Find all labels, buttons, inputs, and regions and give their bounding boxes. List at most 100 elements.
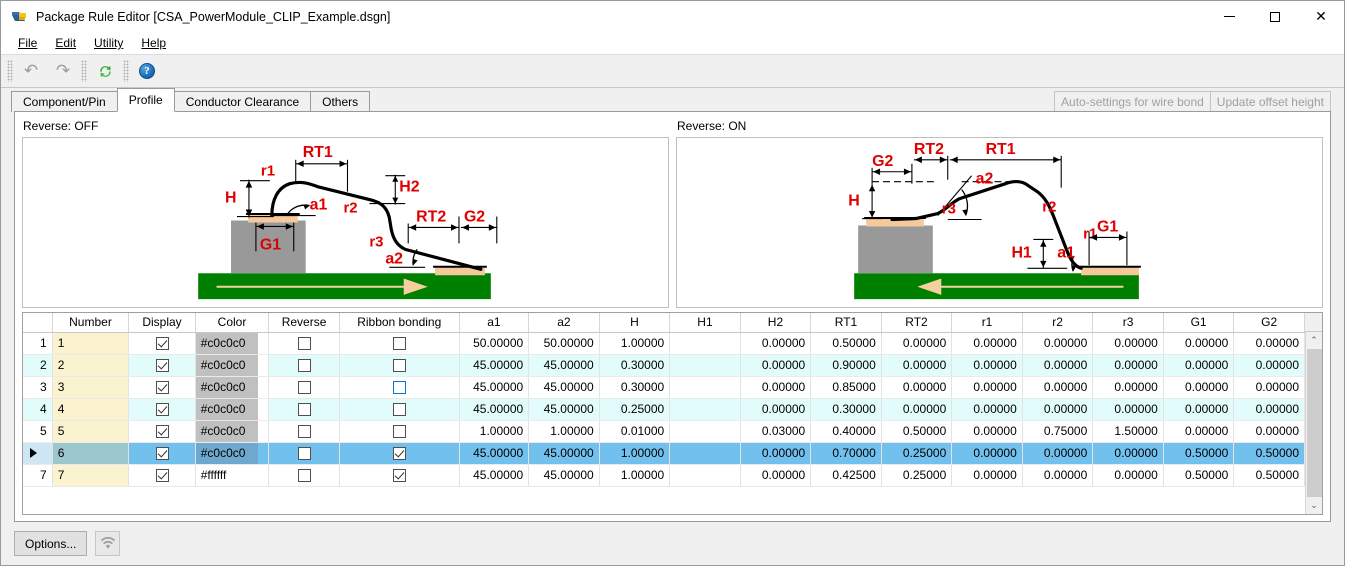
cell-a2[interactable]: 50.00000 bbox=[529, 332, 600, 354]
cell-G1[interactable]: 0.00000 bbox=[1163, 354, 1234, 376]
cell-color[interactable]: #c0c0c0 bbox=[195, 354, 269, 376]
cell-r3[interactable]: 0.00000 bbox=[1093, 398, 1164, 420]
cell-display[interactable] bbox=[129, 354, 195, 376]
tab-profile[interactable]: Profile bbox=[117, 88, 175, 112]
row-handle[interactable]: 2 bbox=[23, 354, 52, 376]
ribbon-bonding-checkbox[interactable] bbox=[393, 447, 406, 460]
cell-ribbon-bonding[interactable] bbox=[339, 398, 459, 420]
table-row[interactable]: 55#c0c0c01.000001.000000.010000.030000.4… bbox=[23, 420, 1305, 442]
reverse-checkbox[interactable] bbox=[298, 469, 311, 482]
cell-H1[interactable] bbox=[670, 420, 741, 442]
col-header-H1[interactable]: H1 bbox=[670, 313, 741, 332]
cell-ribbon-bonding[interactable] bbox=[339, 442, 459, 464]
cell-a2[interactable]: 1.00000 bbox=[529, 420, 600, 442]
cell-r3[interactable]: 0.00000 bbox=[1093, 442, 1164, 464]
cell-ribbon-bonding[interactable] bbox=[339, 464, 459, 486]
color-swatch[interactable]: #c0c0c0 bbox=[196, 443, 259, 464]
cell-RT1[interactable]: 0.30000 bbox=[811, 398, 882, 420]
cell-a1[interactable]: 45.00000 bbox=[459, 464, 529, 486]
cell-a1[interactable]: 45.00000 bbox=[459, 442, 529, 464]
auto-settings-for-wire-bond-button[interactable]: Auto-settings for wire bond bbox=[1054, 91, 1211, 112]
cell-RT1[interactable]: 0.40000 bbox=[811, 420, 882, 442]
cell-reverse[interactable] bbox=[269, 442, 340, 464]
cell-H[interactable]: 0.01000 bbox=[599, 420, 670, 442]
display-checkbox[interactable] bbox=[156, 381, 169, 394]
cell-display[interactable] bbox=[129, 464, 195, 486]
cell-color[interactable]: #c0c0c0 bbox=[195, 398, 269, 420]
display-checkbox[interactable] bbox=[156, 403, 169, 416]
profile-diagram-reverse-on[interactable]: H G2 RT2 bbox=[676, 137, 1323, 308]
scroll-up-button[interactable]: ⌃ bbox=[1306, 332, 1323, 349]
profile-diagram-reverse-off[interactable]: H G1 r1 bbox=[22, 137, 669, 308]
profile-rules-grid[interactable]: Number Display Color Reverse Ribbon bond… bbox=[22, 312, 1323, 515]
color-swatch[interactable]: #c0c0c0 bbox=[196, 399, 259, 420]
cell-number[interactable]: 1 bbox=[52, 332, 129, 354]
table-row[interactable]: 33#c0c0c045.0000045.000000.300000.000000… bbox=[23, 376, 1305, 398]
tab-component-pin[interactable]: Component/Pin bbox=[11, 91, 118, 112]
cell-a2[interactable]: 45.00000 bbox=[529, 398, 600, 420]
ribbon-bonding-checkbox[interactable] bbox=[393, 469, 406, 482]
cell-RT1[interactable]: 0.85000 bbox=[811, 376, 882, 398]
cell-G2[interactable]: 0.00000 bbox=[1234, 332, 1305, 354]
col-header-H2[interactable]: H2 bbox=[740, 313, 811, 332]
scroll-track[interactable] bbox=[1306, 349, 1323, 497]
cell-display[interactable] bbox=[129, 332, 195, 354]
menu-edit[interactable]: Edit bbox=[46, 34, 85, 52]
cell-display[interactable] bbox=[129, 376, 195, 398]
cell-reverse[interactable] bbox=[269, 398, 340, 420]
reverse-checkbox[interactable] bbox=[298, 337, 311, 350]
cell-reverse[interactable] bbox=[269, 420, 340, 442]
cell-H1[interactable] bbox=[670, 332, 741, 354]
col-header-r2[interactable]: r2 bbox=[1022, 313, 1093, 332]
cell-RT1[interactable]: 0.70000 bbox=[811, 442, 882, 464]
cell-r2[interactable]: 0.00000 bbox=[1022, 464, 1093, 486]
col-header-RT1[interactable]: RT1 bbox=[811, 313, 882, 332]
cell-a1[interactable]: 45.00000 bbox=[459, 376, 529, 398]
cell-H[interactable]: 1.00000 bbox=[599, 464, 670, 486]
row-handle[interactable] bbox=[23, 442, 52, 464]
tab-conductor-clearance[interactable]: Conductor Clearance bbox=[174, 91, 311, 112]
help-button[interactable]: ? bbox=[132, 58, 162, 84]
cell-r2[interactable]: 0.75000 bbox=[1022, 420, 1093, 442]
cell-number[interactable]: 6 bbox=[52, 442, 129, 464]
color-swatch[interactable]: #c0c0c0 bbox=[196, 421, 259, 442]
cell-r3[interactable]: 1.50000 bbox=[1093, 420, 1164, 442]
table-row[interactable]: 44#c0c0c045.0000045.000000.250000.000000… bbox=[23, 398, 1305, 420]
cell-H2[interactable]: 0.00000 bbox=[740, 332, 811, 354]
scroll-down-button[interactable]: ⌄ bbox=[1306, 497, 1323, 514]
refresh-button[interactable] bbox=[90, 58, 120, 84]
cell-a2[interactable]: 45.00000 bbox=[529, 376, 600, 398]
cell-H[interactable]: 1.00000 bbox=[599, 332, 670, 354]
cell-RT2[interactable]: 0.25000 bbox=[881, 464, 952, 486]
cell-ribbon-bonding[interactable] bbox=[339, 376, 459, 398]
row-handle[interactable]: 4 bbox=[23, 398, 52, 420]
cell-color[interactable]: #c0c0c0 bbox=[195, 442, 269, 464]
col-header-number[interactable]: Number bbox=[52, 313, 129, 332]
ribbon-bonding-checkbox[interactable] bbox=[393, 337, 406, 350]
cell-ribbon-bonding[interactable] bbox=[339, 332, 459, 354]
col-header-G1[interactable]: G1 bbox=[1163, 313, 1234, 332]
tab-others[interactable]: Others bbox=[310, 91, 370, 112]
cell-H1[interactable] bbox=[670, 354, 741, 376]
display-checkbox[interactable] bbox=[156, 425, 169, 438]
col-header-ribbon-bonding[interactable]: Ribbon bonding bbox=[339, 313, 459, 332]
reverse-checkbox[interactable] bbox=[298, 359, 311, 372]
cell-number[interactable]: 2 bbox=[52, 354, 129, 376]
toolbar-grip-3[interactable] bbox=[123, 60, 129, 82]
options-button[interactable]: Options... bbox=[14, 531, 87, 556]
display-checkbox[interactable] bbox=[156, 447, 169, 460]
cell-H[interactable]: 0.30000 bbox=[599, 376, 670, 398]
cell-H1[interactable] bbox=[670, 376, 741, 398]
cell-reverse[interactable] bbox=[269, 332, 340, 354]
cell-a2[interactable]: 45.00000 bbox=[529, 354, 600, 376]
reverse-checkbox[interactable] bbox=[298, 425, 311, 438]
update-offset-height-button[interactable]: Update offset height bbox=[1210, 91, 1331, 112]
cell-RT2[interactable]: 0.00000 bbox=[881, 398, 952, 420]
signal-settings-button[interactable] bbox=[95, 531, 120, 556]
cell-RT2[interactable]: 0.50000 bbox=[881, 420, 952, 442]
ribbon-bonding-checkbox[interactable] bbox=[393, 403, 406, 416]
cell-G1[interactable]: 0.00000 bbox=[1163, 332, 1234, 354]
cell-number[interactable]: 5 bbox=[52, 420, 129, 442]
display-checkbox[interactable] bbox=[156, 337, 169, 350]
cell-H1[interactable] bbox=[670, 442, 741, 464]
